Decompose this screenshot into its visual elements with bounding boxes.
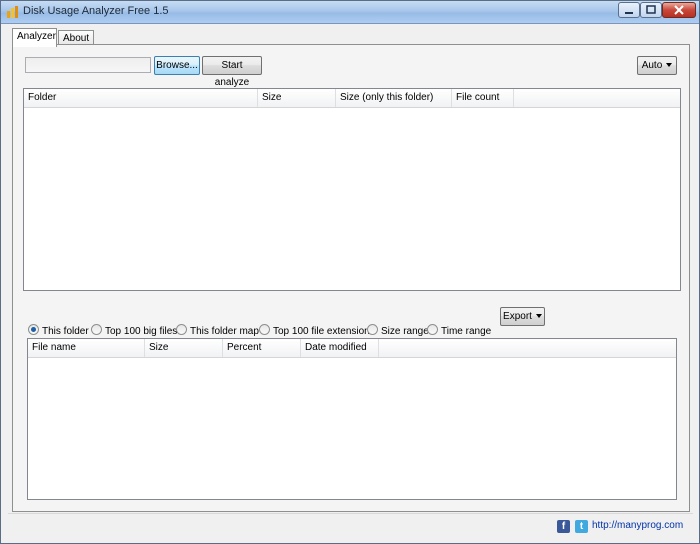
window-title: Disk Usage Analyzer Free 1.5 — [23, 5, 169, 17]
radio-label: Size range — [381, 326, 429, 337]
status-bar: f t http://manyprog.com — [8, 513, 693, 538]
radio-this-folder-map[interactable]: This folder map — [176, 324, 259, 338]
column-date-modified[interactable]: Date modified — [301, 339, 379, 357]
close-button[interactable] — [662, 2, 696, 18]
radio-button-icon — [91, 324, 102, 335]
radio-button-icon — [176, 324, 187, 335]
radio-top-100-file-extension[interactable]: Top 100 file extension — [259, 324, 370, 338]
auto-dropdown-button[interactable]: Auto — [637, 56, 677, 75]
radio-label: Time range — [441, 326, 492, 337]
radio-button-icon — [259, 324, 270, 335]
start-analyze-button[interactable]: Start analyze — [202, 56, 262, 88]
column-size-only-folder[interactable]: Size (only this folder) — [336, 89, 452, 107]
maximize-icon — [646, 5, 656, 14]
radio-button-checked-icon — [28, 324, 39, 335]
minimize-icon — [625, 12, 633, 14]
chevron-down-icon — [535, 314, 542, 319]
export-dropdown-button[interactable]: Export — [500, 307, 545, 326]
maximize-button[interactable] — [640, 2, 662, 18]
radio-label: Top 100 file extension — [273, 326, 370, 337]
app-icon — [7, 6, 18, 18]
tab-analyzer[interactable]: Analyzer — [12, 28, 57, 47]
twitter-icon[interactable]: t — [575, 520, 588, 533]
export-label: Export — [503, 311, 532, 322]
file-list-header: File name Size Percent Date modified — [28, 339, 676, 358]
minimize-button[interactable] — [618, 2, 640, 18]
radio-label: This folder map — [190, 326, 259, 337]
file-list[interactable]: File name Size Percent Date modified — [27, 338, 677, 500]
folder-list-header: Folder Size Size (only this folder) File… — [24, 89, 680, 108]
close-icon — [674, 5, 684, 15]
radio-label: This folder — [42, 326, 89, 337]
client-area: Analyzer About Browse... Start analyze A… — [8, 27, 693, 537]
column-file-count[interactable]: File count — [452, 89, 514, 107]
radio-top-100-big-files[interactable]: Top 100 big files — [91, 324, 177, 338]
column-folder[interactable]: Folder — [24, 89, 258, 107]
chevron-down-icon — [666, 63, 673, 68]
radio-button-icon — [367, 324, 378, 335]
radio-label: Top 100 big files — [105, 326, 178, 337]
folder-path-input[interactable] — [25, 57, 151, 73]
app-window: Disk Usage Analyzer Free 1.5 Analyzer Ab… — [0, 0, 700, 544]
folder-list[interactable]: Folder Size Size (only this folder) File… — [23, 88, 681, 291]
browse-button[interactable]: Browse... — [154, 56, 200, 75]
column-percent[interactable]: Percent — [223, 339, 301, 357]
website-link[interactable]: http://manyprog.com — [592, 520, 683, 531]
radio-size-range[interactable]: Size range — [367, 324, 429, 338]
title-bar[interactable]: Disk Usage Analyzer Free 1.5 — [1, 1, 699, 24]
radio-this-folder[interactable]: This folder — [28, 324, 89, 338]
column-file-name[interactable]: File name — [28, 339, 145, 357]
facebook-icon[interactable]: f — [557, 520, 570, 533]
column-size[interactable]: Size — [145, 339, 223, 357]
radio-time-range[interactable]: Time range — [427, 324, 491, 338]
column-size[interactable]: Size — [258, 89, 336, 107]
radio-button-icon — [427, 324, 438, 335]
analyzer-panel: Browse... Start analyze Auto Folder Size… — [12, 44, 690, 512]
auto-label: Auto — [641, 60, 663, 71]
